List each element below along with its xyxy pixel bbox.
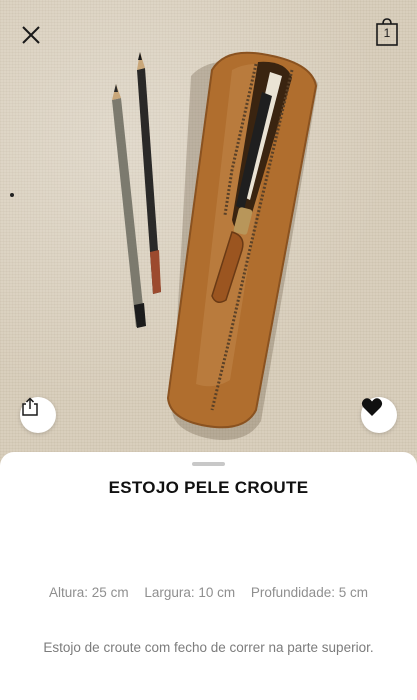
share-button[interactable] — [20, 397, 56, 433]
product-dimensions: Altura: 25 cm Largura: 10 cm Profundidad… — [0, 585, 417, 600]
dimension-depth: Profundidade: 5 cm — [250, 585, 368, 600]
product-image: 1 — [0, 0, 417, 470]
close-button[interactable] — [16, 20, 46, 50]
cart-button[interactable]: 1 — [375, 18, 399, 48]
dimension-width: Largura: 10 cm — [144, 585, 236, 600]
heart-icon — [361, 398, 383, 416]
product-title: ESTOJO PELE CROUTE — [108, 478, 309, 497]
favorite-button[interactable] — [361, 397, 397, 433]
cart-count-badge: 1 — [383, 26, 391, 40]
product-info-sheet: ESTOJO PELE CROUTE Altura: 25 cm Largura… — [0, 452, 417, 700]
dimension-height: Altura: 25 cm — [49, 585, 129, 600]
share-icon — [22, 397, 38, 416]
close-icon — [22, 26, 40, 44]
product-description: Estojo de croute com fecho de correr na … — [43, 640, 374, 655]
sheet-drag-handle[interactable] — [192, 462, 225, 466]
product-photo — [10, 51, 318, 440]
